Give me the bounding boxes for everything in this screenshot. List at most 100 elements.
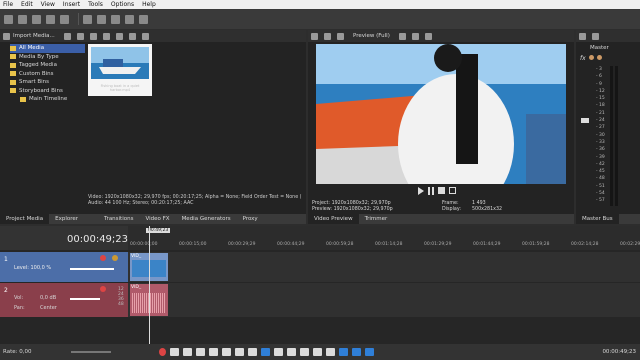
paste-icon[interactable] — [111, 14, 120, 24]
stop-icon[interactable] — [222, 348, 232, 356]
tab-transitions[interactable]: Transitions — [98, 214, 139, 224]
properties-icon[interactable] — [60, 14, 69, 24]
tree-item-main-timeline[interactable]: Main Timeline — [10, 95, 85, 104]
tab-master-bus[interactable]: Master Bus — [576, 214, 619, 224]
fx-icon[interactable]: fx — [580, 55, 586, 62]
pause-icon[interactable] — [209, 348, 219, 356]
menu-options[interactable]: Options — [111, 1, 134, 8]
gear-icon[interactable] — [588, 55, 594, 60]
cut-icon[interactable] — [83, 14, 92, 24]
timeline-ruler[interactable]: 00:49;23 00:00:00;00 00:00:15;00 00:00:29;… — [128, 226, 640, 250]
left-panel-tabs: Project Media Explorer Transitions Video… — [0, 214, 306, 224]
master-fader[interactable] — [581, 118, 589, 123]
open-icon[interactable] — [18, 14, 27, 24]
go-to-end-icon[interactable] — [248, 348, 258, 356]
record-icon[interactable] — [159, 348, 167, 356]
envelope-tool-icon[interactable] — [274, 348, 284, 356]
play-from-start-icon[interactable] — [183, 348, 193, 356]
vol-label: Vol: — [14, 295, 24, 301]
tree-item-custom-bins[interactable]: Custom Bins — [10, 70, 85, 79]
rate-slider[interactable] — [71, 351, 112, 353]
remove-icon[interactable] — [89, 32, 97, 40]
undo-icon[interactable] — [125, 14, 134, 24]
snapping-icon[interactable] — [339, 348, 349, 356]
select-tool-icon[interactable] — [287, 348, 297, 356]
tab-media-generators[interactable]: Media Generators — [176, 214, 237, 224]
pause-icon[interactable] — [428, 187, 434, 195]
meter-tick-label: - 33 — [596, 139, 605, 145]
get-media-icon[interactable] — [76, 32, 84, 40]
delete-icon[interactable] — [300, 348, 310, 356]
copy-snapshot-icon[interactable] — [411, 32, 419, 40]
new-project-icon[interactable] — [4, 14, 13, 24]
capture-icon[interactable] — [63, 32, 71, 40]
playhead-line[interactable] — [149, 226, 150, 344]
preview-quality-select[interactable]: Preview (Full) — [353, 33, 390, 39]
redo-icon[interactable] — [139, 14, 148, 24]
menu-file[interactable]: File — [3, 1, 13, 8]
settings-icon[interactable] — [579, 32, 586, 40]
meter-tick-label: - 51 — [596, 183, 605, 189]
tab-video-preview[interactable]: Video Preview — [308, 214, 359, 224]
import-icon[interactable] — [3, 32, 10, 40]
solo-icon[interactable] — [112, 255, 118, 261]
ruler-tick-label: 00:01:44;29 — [473, 242, 501, 247]
properties-icon[interactable] — [102, 32, 110, 40]
tree-item-all-media[interactable]: All Media — [10, 44, 85, 53]
menu-edit[interactable]: Edit — [21, 1, 33, 8]
tab-project-media[interactable]: Project Media — [0, 214, 50, 224]
save-snapshot-icon[interactable] — [424, 32, 432, 40]
menu-insert[interactable]: Insert — [63, 1, 80, 8]
ripple-icon[interactable] — [365, 348, 375, 356]
fx-icon[interactable] — [324, 32, 331, 40]
meter-tick-label: - 45 — [596, 169, 605, 175]
auto-crossfade-icon[interactable] — [352, 348, 362, 356]
trim-icon[interactable] — [313, 348, 323, 356]
level-slider[interactable] — [70, 268, 114, 270]
media-thumbnail[interactable]: Fishing boat in a quiet harbor.mp4 — [88, 44, 152, 96]
tab-explorer[interactable]: Explorer — [49, 214, 84, 224]
play-icon[interactable] — [115, 32, 123, 40]
search-icon[interactable] — [141, 32, 149, 40]
split-icon[interactable] — [326, 348, 336, 356]
overlays-icon[interactable] — [398, 32, 406, 40]
tab-proxy[interactable]: Proxy — [237, 214, 264, 224]
go-to-start-icon[interactable] — [235, 348, 245, 356]
split-icon[interactable] — [337, 32, 344, 40]
audio-track-header[interactable]: 2 Vol: 0,0 dB Pan: Center 12 24 36 48 — [0, 283, 128, 317]
loop-icon[interactable] — [170, 348, 180, 356]
play-icon[interactable] — [196, 348, 206, 356]
tree-item-tagged-media[interactable]: Tagged Media — [10, 61, 85, 70]
normal-edit-tool-icon[interactable] — [261, 348, 271, 356]
menu-tools[interactable]: Tools — [88, 1, 103, 8]
video-track-header[interactable]: 1 Level: 100,0 % — [0, 252, 128, 282]
boat-thumbnail-image — [91, 47, 149, 79]
volume-slider[interactable] — [70, 298, 100, 300]
copy-icon[interactable] — [97, 14, 106, 24]
tree-item-smart-bins[interactable]: Smart Bins — [10, 78, 85, 87]
meter-tick-label: - 54 — [596, 191, 605, 197]
project-media-panel: Import Media... All Media Media By Type … — [0, 30, 306, 214]
menu-icon[interactable] — [449, 187, 456, 194]
menu-help[interactable]: Help — [142, 1, 156, 8]
mute-icon[interactable] — [100, 255, 106, 261]
render-icon[interactable] — [46, 14, 55, 24]
menu-view[interactable]: View — [41, 1, 55, 8]
download-icon[interactable] — [592, 32, 599, 40]
display-value: 500x281x32 — [472, 207, 503, 212]
mute-icon[interactable] — [100, 286, 106, 292]
preview-value: 1920x1080x32; 29,970p — [333, 207, 393, 212]
dial-icon[interactable] — [596, 55, 602, 60]
tree-item-storyboard-bins[interactable]: Storyboard Bins — [10, 87, 85, 96]
settings-icon[interactable] — [311, 32, 318, 40]
tree-item-media-by-type[interactable]: Media By Type — [10, 53, 85, 62]
tab-video-fx[interactable]: Video FX — [139, 214, 175, 224]
import-media-button[interactable]: Import Media... — [13, 33, 55, 39]
video-track-lane: VID_ — [128, 252, 640, 282]
views-icon[interactable] — [128, 32, 136, 40]
tab-trimmer[interactable]: Trimmer — [359, 214, 394, 224]
stop-icon[interactable] — [438, 187, 445, 194]
play-icon[interactable] — [418, 187, 424, 195]
save-icon[interactable] — [32, 14, 41, 24]
vol-value: 0,0 dB — [40, 295, 57, 301]
